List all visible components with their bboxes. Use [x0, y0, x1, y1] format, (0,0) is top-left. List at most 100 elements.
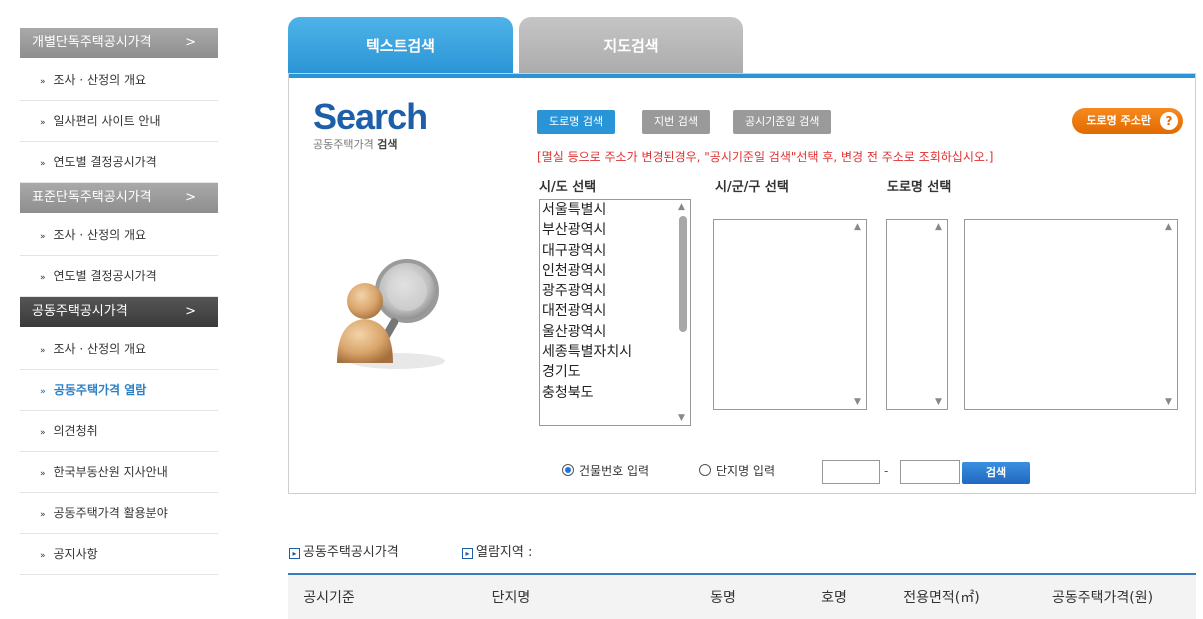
road-name-select-list[interactable]: ▲ ▼: [964, 219, 1178, 410]
sido-option[interactable]: 대구광역시: [540, 241, 690, 261]
column-header: 단지명: [491, 590, 531, 606]
search-brand-subtitle: 공동주택가격 검색: [313, 136, 427, 152]
double-chevron-icon: »: [40, 77, 46, 87]
search-panel: Search 공동주택가격 검색 도로명 검색 지번 검색 공시기준일 검색 도…: [288, 73, 1196, 494]
sidebar: 개별단독주택공시가격 > » 조사 · 산정의 개요 » 일사편리 사이트 안내 »…: [20, 28, 218, 575]
sidebar-item-individual-overview[interactable]: » 조사 · 산정의 개요: [20, 60, 218, 101]
sido-option[interactable]: 경기도: [540, 362, 690, 382]
complex-name-radio-label: 단지명 입력: [716, 464, 776, 478]
results-table: 공시기준 단지명 동명 호명 전용면적(㎡) 공동주택가격(원): [288, 573, 1196, 619]
search-brand-bold: 검색: [377, 138, 398, 151]
sidebar-item-label: 한국부동산원 지사안내: [53, 465, 168, 479]
scrollbar[interactable]: ▲ ▼: [676, 200, 690, 425]
sido-option[interactable]: 광주광역시: [540, 281, 690, 301]
building-number-main-input[interactable]: [822, 460, 880, 484]
sido-option[interactable]: 충청북도: [540, 383, 690, 403]
double-chevron-icon: »: [40, 346, 46, 356]
sidebar-item-label: 의견청취: [53, 424, 98, 438]
sidebar-item-opinion[interactable]: » 의견청취: [20, 411, 218, 452]
sido-label: 시/도 선택: [539, 180, 597, 195]
sido-select-list[interactable]: 서울특별시 부산광역시 대구광역시 인천광역시 광주광역시 대전광역시 울산광역…: [539, 199, 691, 426]
scroll-up-icon[interactable]: ▲: [1165, 222, 1172, 232]
chevron-right-icon: >: [185, 304, 196, 319]
sigungu-select-list[interactable]: ▲ ▼: [713, 219, 867, 410]
sidebar-item-standard-yearly[interactable]: » 연도별 결정공시가격: [20, 256, 218, 297]
address-change-notice: [멸실 등으로 주소가 변경된경우, "공시기준일 검색"선택 후, 변경 전 …: [537, 150, 994, 164]
column-header: 호명: [821, 590, 847, 606]
chevron-right-icon: >: [185, 35, 196, 50]
double-chevron-icon: »: [40, 551, 46, 561]
double-chevron-icon: »: [40, 118, 46, 128]
sidebar-category-standard[interactable]: 표준단독주택공시가격 >: [20, 183, 218, 213]
scroll-down-icon[interactable]: ▼: [1165, 397, 1172, 407]
road-address-help-button[interactable]: 도로명 주소란 ?: [1072, 108, 1183, 134]
sidebar-category-apartment[interactable]: 공동주택공시가격 >: [20, 297, 218, 327]
road-label: 도로명 선택: [887, 180, 952, 195]
sidebar-item-label: 연도별 결정공시가격: [53, 155, 157, 169]
sidebar-item-label: 조사 · 산정의 개요: [53, 342, 147, 356]
tab-map-search[interactable]: 지도검색: [519, 17, 743, 73]
double-chevron-icon: »: [40, 273, 46, 283]
radio-unselected-icon[interactable]: [699, 464, 711, 476]
column-header: 동명: [710, 590, 736, 606]
radio-selected-icon[interactable]: [562, 464, 574, 476]
scrollbar-thumb[interactable]: [679, 216, 687, 332]
sido-option[interactable]: 서울특별시: [540, 200, 690, 220]
column-header: 공시기준: [303, 590, 355, 606]
scroll-down-icon[interactable]: ▼: [935, 397, 942, 407]
road-address-help-label: 도로명 주소란: [1086, 114, 1151, 127]
double-chevron-icon: »: [40, 387, 46, 397]
double-chevron-icon: »: [40, 469, 46, 479]
notice-date-search-button[interactable]: 공시기준일 검색: [733, 110, 832, 134]
complex-name-radio[interactable]: 단지명 입력: [699, 462, 775, 479]
tab-text-search[interactable]: 텍스트검색: [288, 17, 513, 73]
number-separator: -: [884, 464, 889, 478]
building-number-radio-label: 건물번호 입력: [579, 464, 650, 478]
person-magnifier-illustration: [327, 243, 447, 373]
sido-option[interactable]: 대전광역시: [540, 301, 690, 321]
square-bullet-icon: ▸: [289, 548, 300, 559]
scrollbar[interactable]: ▲ ▼: [1163, 220, 1177, 409]
sido-option[interactable]: 울산광역시: [540, 322, 690, 342]
sidebar-item-ilsa-site[interactable]: » 일사편리 사이트 안내: [20, 101, 218, 142]
sido-option[interactable]: 세종특별자치시: [540, 342, 690, 362]
price-info-label: ▸ 공동주택공시가격: [289, 541, 399, 560]
sidebar-item-branch-info[interactable]: » 한국부동산원 지사안내: [20, 452, 218, 493]
scrollbar[interactable]: ▲ ▼: [852, 220, 866, 409]
sidebar-item-label: 조사 · 산정의 개요: [53, 228, 147, 242]
road-initial-select-list[interactable]: ▲ ▼: [886, 219, 948, 410]
building-number-sub-input[interactable]: [900, 460, 960, 484]
scrollbar[interactable]: ▲ ▼: [933, 220, 947, 409]
sidebar-item-label: 연도별 결정공시가격: [53, 269, 157, 283]
sidebar-item-apartment-overview[interactable]: » 조사 · 산정의 개요: [20, 329, 218, 370]
double-chevron-icon: »: [40, 232, 46, 242]
scroll-down-icon[interactable]: ▼: [678, 413, 685, 423]
scroll-down-icon[interactable]: ▼: [854, 397, 861, 407]
sidebar-item-label: 조사 · 산정의 개요: [53, 73, 147, 87]
sido-option[interactable]: 부산광역시: [540, 220, 690, 240]
building-number-radio[interactable]: 건물번호 입력: [562, 462, 649, 479]
search-brand: Search 공동주택가격 검색: [313, 96, 428, 152]
sidebar-item-notices[interactable]: » 공지사항: [20, 534, 218, 575]
lot-number-search-button[interactable]: 지번 검색: [642, 110, 710, 134]
sidebar-item-individual-yearly[interactable]: » 연도별 결정공시가격: [20, 142, 218, 183]
chevron-right-icon: >: [185, 190, 196, 205]
column-header: 전용면적(㎡): [903, 590, 980, 606]
sido-option[interactable]: 인천광역시: [540, 261, 690, 281]
scroll-up-icon[interactable]: ▲: [854, 222, 861, 232]
sidebar-category-individual[interactable]: 개별단독주택공시가격 >: [20, 28, 218, 58]
road-name-search-button[interactable]: 도로명 검색: [537, 110, 616, 134]
sidebar-item-label: 일사편리 사이트 안내: [53, 114, 161, 128]
scroll-up-icon[interactable]: ▲: [678, 202, 685, 212]
table-header-row: 공시기준 단지명 동명 호명 전용면적(㎡) 공동주택가격(원): [288, 575, 1196, 619]
sidebar-item-usage[interactable]: » 공동주택가격 활용분야: [20, 493, 218, 534]
sidebar-item-standard-overview[interactable]: » 조사 · 산정의 개요: [20, 215, 218, 256]
sidebar-item-label: 공지사항: [53, 547, 98, 561]
search-button[interactable]: 검색: [962, 462, 1030, 484]
search-brand-prefix: 공동주택가격: [313, 138, 378, 151]
sidebar-item-apartment-price-view[interactable]: » 공동주택가격 열람: [20, 370, 218, 411]
scroll-up-icon[interactable]: ▲: [935, 222, 942, 232]
sigungu-label: 시/군/구 선택: [715, 180, 789, 195]
double-chevron-icon: »: [40, 428, 46, 438]
question-icon: ?: [1160, 112, 1178, 130]
